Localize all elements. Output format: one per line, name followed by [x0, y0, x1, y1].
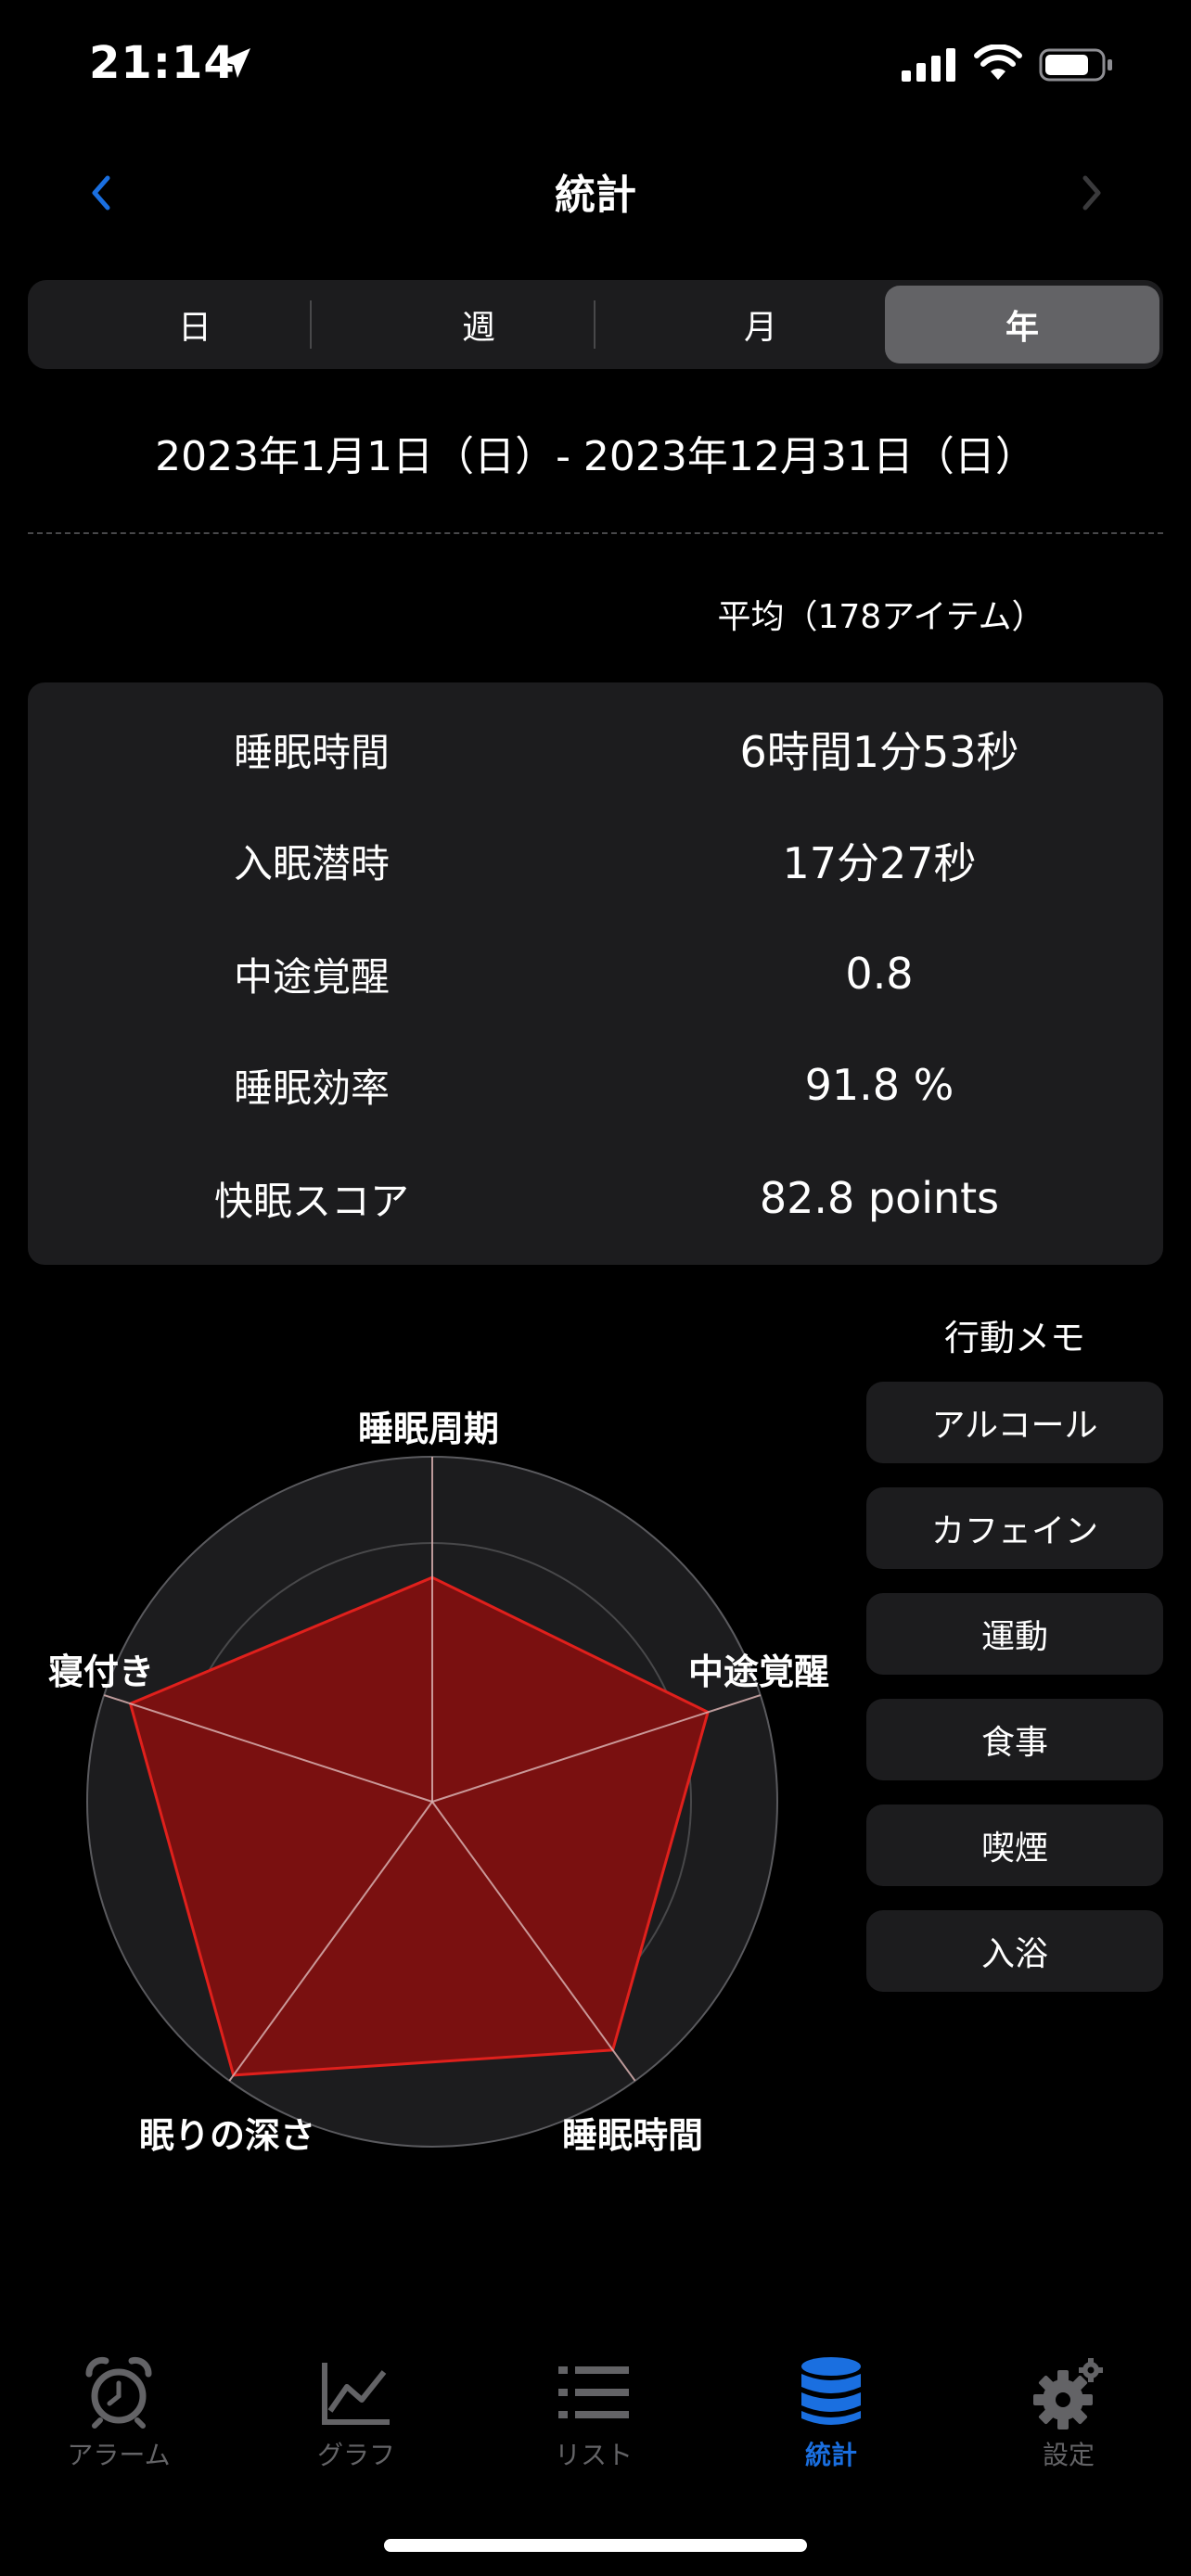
segment-divider — [594, 300, 596, 349]
radar-label: 眠りの深さ — [139, 2115, 316, 2156]
gear-icon — [1033, 2358, 1103, 2429]
radar-svg — [86, 1456, 778, 2148]
nav-bar: 統計 — [0, 139, 1191, 250]
memo-alcohol-button[interactable]: アルコール — [866, 1382, 1163, 1463]
average-label: 平均（178アイテム） — [717, 598, 1045, 636]
tab-settings[interactable]: 設定 — [976, 2355, 1161, 2504]
stats-value: 82.8 points — [759, 1173, 1000, 1223]
page-title: 統計 — [555, 172, 636, 219]
memo-exercise-button[interactable]: 運動 — [866, 1593, 1163, 1675]
tab-label: 設定 — [1042, 2440, 1095, 2470]
wifi-icon — [974, 45, 1022, 80]
segment-divider — [310, 300, 312, 349]
alarm-clock-icon — [85, 2356, 152, 2429]
period-segmented-control: 日 週 月 年 — [28, 280, 1163, 369]
stats-row: 睡眠効率 91.8 % — [28, 1039, 1163, 1131]
radar-chart: 睡眠周期 中途覚醒 睡眠時間 眠りの深さ 寝付き — [28, 1391, 844, 2188]
radar-label: 寝付き — [48, 1651, 155, 1692]
tab-alarm[interactable]: アラーム — [26, 2355, 211, 2504]
dashed-divider — [28, 532, 1163, 534]
memo-title: 行動メモ — [943, 1318, 1085, 1358]
stats-value: 6時間1分53秒 — [739, 727, 1019, 777]
battery-icon — [1039, 48, 1112, 82]
list-icon — [558, 2366, 629, 2418]
memo-caffeine-button[interactable]: カフェイン — [866, 1487, 1163, 1569]
location-arrow-icon — [221, 48, 250, 78]
stats-key: 中途覚醒 — [233, 953, 390, 1000]
status-bar: 21:14 — [0, 0, 1191, 139]
stats-value: 0.8 — [845, 949, 914, 999]
tab-label: リスト — [554, 2440, 633, 2470]
memo-bath-button[interactable]: 入浴 — [866, 1910, 1163, 1992]
stats-value: 17分27秒 — [782, 838, 977, 888]
stats-row: 快眠スコア 82.8 points — [28, 1152, 1163, 1244]
database-icon — [801, 2357, 861, 2425]
status-time: 21:14 — [89, 37, 236, 89]
stats-row: 中途覚醒 0.8 — [28, 927, 1163, 1020]
radar-label: 中途覚醒 — [688, 1651, 830, 1692]
segment-year[interactable]: 年 — [885, 286, 1159, 363]
tab-label: グラフ — [316, 2440, 395, 2470]
chart-icon — [322, 2363, 390, 2425]
tab-label: 統計 — [804, 2440, 857, 2470]
segment-month[interactable]: 月 — [623, 286, 898, 363]
stats-key: 快眠スコア — [213, 1178, 409, 1224]
stats-key: 入眠潜時 — [233, 840, 390, 886]
cellular-signal-icon — [902, 48, 955, 82]
segment-week[interactable]: 週 — [341, 286, 616, 363]
home-indicator — [384, 2539, 807, 2552]
segment-day[interactable]: 日 — [58, 286, 332, 363]
memo-smoking-button[interactable]: 喫煙 — [866, 1804, 1163, 1886]
tab-stats[interactable]: 統計 — [738, 2355, 924, 2504]
memo-meal-button[interactable]: 食事 — [866, 1699, 1163, 1780]
stats-value: 91.8 % — [804, 1060, 954, 1110]
tab-list[interactable]: リスト — [501, 2355, 686, 2504]
radar-label: 睡眠周期 — [358, 1409, 500, 1449]
tab-graph[interactable]: グラフ — [263, 2355, 449, 2504]
chevron-right-icon[interactable] — [1072, 165, 1113, 221]
date-range: 2023年1月1日（日）- 2023年12月31日（日） — [155, 433, 1036, 480]
stats-key: 睡眠時間 — [233, 729, 390, 775]
stats-table: 睡眠時間 6時間1分53秒 入眠潜時 17分27秒 中途覚醒 0.8 睡眠効率 … — [28, 682, 1163, 1265]
stats-key: 睡眠効率 — [233, 1065, 390, 1111]
stats-row: 睡眠時間 6時間1分53秒 — [28, 703, 1163, 796]
tab-label: アラーム — [67, 2440, 171, 2470]
radar-label: 睡眠時間 — [562, 2115, 704, 2156]
stats-row: 入眠潜時 17分27秒 — [28, 814, 1163, 907]
